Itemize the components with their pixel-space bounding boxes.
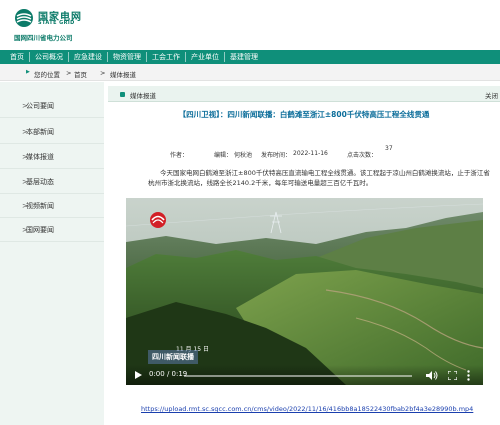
section-header: 媒体报道 关闭 bbox=[108, 86, 500, 102]
meta-editor: 何秋池 bbox=[234, 152, 253, 159]
breadcrumb-sep: > bbox=[100, 69, 106, 77]
meta-author-label: 作者： bbox=[170, 152, 189, 159]
main-nav: 首页 公司概况 应急建设 物资管理 工会工作 产业单位 基建管理 bbox=[0, 50, 500, 64]
meta-views-label: 点击次数： bbox=[347, 152, 378, 159]
play-icon[interactable] bbox=[135, 371, 142, 379]
sidebar-item-sgcc-news[interactable]: 国网要闻 bbox=[0, 218, 104, 242]
state-grid-logo-icon bbox=[15, 9, 33, 27]
sidebar-item-label: 媒体报道 bbox=[26, 153, 54, 161]
breadcrumb-sep: > bbox=[66, 69, 72, 77]
state-grid-logo[interactable]: 国家电网 STATE GRID 国网四川省电力公司 bbox=[14, 6, 110, 44]
sidebar-item-label: 国网要闻 bbox=[26, 226, 54, 234]
sidebar: 公司要闻 本部新闻 媒体报道 基层动态 视频新闻 国网要闻 bbox=[0, 82, 104, 425]
breadcrumb-category-link[interactable]: 媒体报道 bbox=[110, 69, 136, 79]
paragraph-line-2: 杭州市浙北换流站，线路全长2140.2千米，每年可输送电量超三百亿千瓦时。 bbox=[148, 179, 373, 187]
sidebar-item-hq-news[interactable]: 本部新闻 bbox=[0, 120, 104, 144]
breadcrumb-prefix: 您的位置 bbox=[34, 71, 60, 79]
nav-item-industry-units[interactable]: 产业单位 bbox=[186, 50, 224, 64]
meta-editor-label: 编辑： bbox=[214, 152, 233, 159]
sidebar-item-company-news[interactable]: 公司要闻 bbox=[0, 94, 104, 118]
video-file-link[interactable]: https://upload.rmt.sc.sgcc.com.cn/cms/vi… bbox=[141, 405, 473, 413]
article-paragraph: 今天国家电网白鹤滩至浙江±800千伏特高压直流输电工程全线贯通。该工程起于凉山州… bbox=[148, 168, 493, 188]
breadcrumb-arrow-icon: ▶ bbox=[26, 69, 30, 75]
sidebar-item-media-reports[interactable]: 媒体报道 bbox=[0, 145, 104, 169]
paragraph-line-1: 今天国家电网白鹤滩至浙江±800千伏特高压直流输电工程全线贯通。该工程起于凉山州… bbox=[160, 169, 490, 177]
video-time: 0:00 / 0:19 bbox=[149, 370, 188, 378]
video-progress-bar[interactable] bbox=[184, 375, 412, 377]
meta-date-label: 发布时间： bbox=[261, 152, 292, 159]
nav-item-materials[interactable]: 物资管理 bbox=[108, 50, 146, 64]
breadcrumb-home-link[interactable]: 首页 bbox=[74, 69, 87, 79]
fullscreen-icon[interactable] bbox=[448, 371, 457, 380]
video-controls: 0:00 / 0:19 bbox=[126, 365, 483, 385]
site-header: 国家电网 STATE GRID 国网四川省电力公司 bbox=[0, 0, 500, 50]
video-overlay-caption: 四川新闻联播 bbox=[148, 350, 198, 364]
sidebar-item-label: 本部新闻 bbox=[26, 128, 54, 136]
main-content: 媒体报道 关闭 【四川卫视】：四川新闻联播：白鹤滩至浙江±800千伏特高压工程全… bbox=[108, 82, 500, 425]
sidebar-item-grassroots[interactable]: 基层动态 bbox=[0, 170, 104, 194]
sidebar-item-label: 视频新闻 bbox=[26, 202, 54, 210]
close-link[interactable]: 关闭 bbox=[485, 90, 498, 100]
nav-item-company-overview[interactable]: 公司概况 bbox=[30, 50, 68, 64]
video-player[interactable]: 11 月 15 日 四川新闻联播 0:00 / 0:19 bbox=[126, 198, 483, 385]
meta-views: 37 bbox=[385, 145, 393, 152]
nav-item-home[interactable]: 首页 bbox=[0, 50, 29, 64]
meta-date: 2022-11-16 bbox=[293, 150, 328, 157]
sctv-watermark-icon bbox=[150, 212, 166, 228]
breadcrumb: ▶ 您的位置 > 首页 > 媒体报道 bbox=[0, 64, 500, 81]
company-name: 国网四川省电力公司 bbox=[14, 34, 73, 42]
more-options-icon[interactable] bbox=[467, 370, 470, 381]
sidebar-item-label: 基层动态 bbox=[26, 178, 54, 186]
nav-item-union[interactable]: 工会工作 bbox=[147, 50, 185, 64]
section-bullet-icon bbox=[120, 92, 125, 97]
section-title: 媒体报道 bbox=[130, 92, 156, 100]
logo-english-name: STATE GRID bbox=[38, 20, 75, 26]
nav-item-emergency[interactable]: 应急建设 bbox=[69, 50, 107, 64]
sidebar-item-label: 公司要闻 bbox=[26, 102, 54, 110]
nav-item-infrastructure[interactable]: 基建管理 bbox=[225, 50, 263, 64]
sidebar-item-video-news[interactable]: 视频新闻 bbox=[0, 194, 104, 218]
article-title: 【四川卫视】：四川新闻联播：白鹤滩至浙江±800千伏特高压工程全线贯通 bbox=[178, 110, 430, 119]
volume-icon[interactable] bbox=[426, 371, 438, 380]
